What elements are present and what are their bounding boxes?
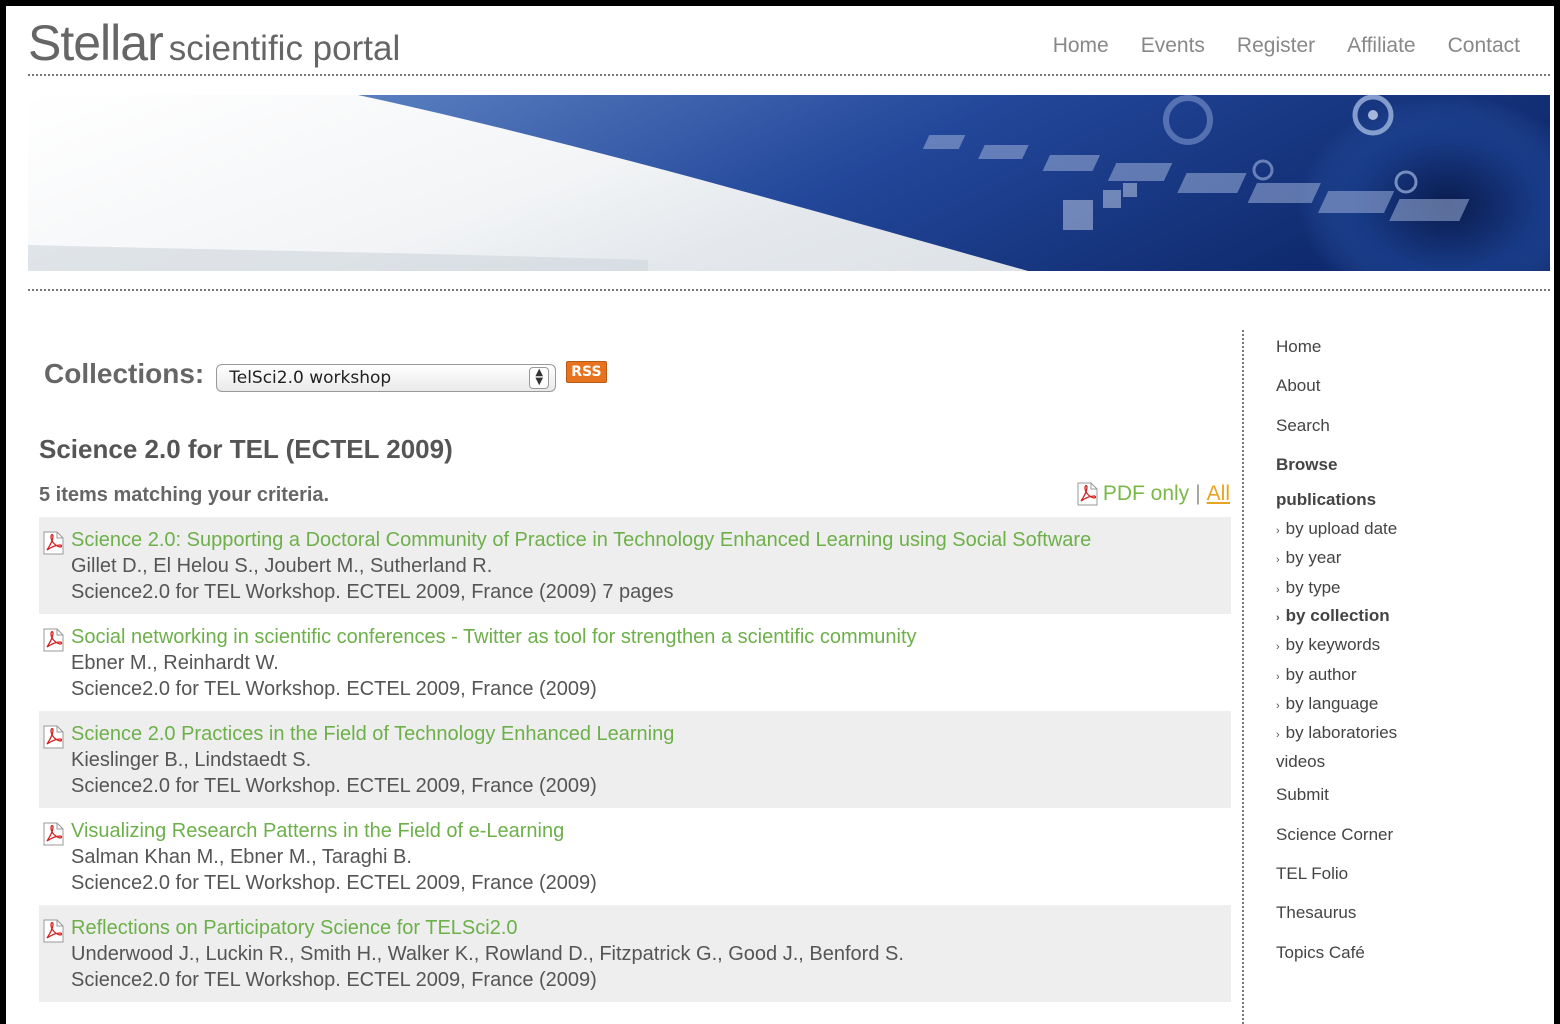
publication-authors: Kieslinger B., Lindstaedt S. [71, 749, 312, 771]
publication-title-link[interactable]: Social networking in scientific conferen… [71, 624, 917, 650]
publication-authors: Underwood J., Luckin R., Smith H., Walke… [71, 943, 904, 965]
top-nav: Home Events Register Affiliate Contact [1053, 34, 1520, 58]
list-item: Reflections on Participatory Science for… [39, 905, 1231, 1002]
sidebar-item-by-type[interactable]: › by type [1276, 578, 1340, 598]
sidebar-item-by-keywords[interactable]: › by keywords [1276, 635, 1380, 655]
publication-authors: Ebner M., Reinhardt W. [71, 652, 279, 674]
pdf-icon[interactable] [42, 919, 65, 943]
brand-name: Stellar [28, 15, 164, 71]
collections-label: Collections: [44, 358, 205, 389]
sidebar-divider [1242, 330, 1244, 1024]
publication-title-link[interactable]: Visualizing Research Patterns in the Fie… [71, 818, 597, 844]
top-nav-register[interactable]: Register [1237, 34, 1315, 58]
sidebar-item-science-corner[interactable]: Science Corner [1276, 825, 1393, 845]
sidebar-item-label: by laboratories [1285, 723, 1398, 742]
list-item: Visualizing Research Patterns in the Fie… [39, 808, 1231, 905]
sidebar-item-thesaurus[interactable]: Thesaurus [1276, 903, 1356, 923]
sidebar-item-label: by keywords [1285, 635, 1381, 654]
format-filter: PDF only | All [1076, 482, 1230, 506]
publication-title-link[interactable]: Science 2.0 Practices in the Field of Te… [71, 721, 674, 747]
window-frame-top [0, 0, 1560, 6]
sidebar-item-label: by year [1285, 548, 1342, 567]
sidebar-item-label: by type [1285, 578, 1341, 597]
list-item: Social networking in scientific conferen… [39, 614, 1231, 711]
collection-select-value: TelSci2.0 workshop [229, 368, 392, 388]
banner-divider [28, 289, 1550, 291]
publication-authors: Salman Khan M., Ebner M., Taraghi B. [71, 846, 412, 868]
publication-title-link[interactable]: Science 2.0: Supporting a Doctoral Commu… [71, 527, 1091, 553]
site-logo[interactable]: Stellar scientific portal [28, 14, 400, 72]
sidebar-item-by-upload-date[interactable]: › by upload date [1276, 519, 1397, 539]
collection-title: Science 2.0 for TEL (ECTEL 2009) [39, 434, 453, 464]
publication-title-link[interactable]: Reflections on Participatory Science for… [71, 915, 904, 941]
sidebar-item-label: by upload date [1285, 519, 1398, 538]
top-nav-events[interactable]: Events [1141, 34, 1205, 58]
pdf-icon[interactable] [42, 725, 65, 749]
sidebar-item-by-collection[interactable]: › by collection [1276, 606, 1390, 626]
sidebar-item-by-language[interactable]: › by language [1276, 694, 1378, 714]
pdf-icon [1077, 482, 1098, 506]
bullet-arrow-icon: › [1276, 584, 1280, 596]
sidebar-item-label: by author [1285, 665, 1357, 684]
sidebar-item-about[interactable]: About [1276, 376, 1320, 396]
pdf-icon[interactable] [42, 531, 65, 555]
publication-source: Science2.0 for TEL Workshop. ECTEL 2009,… [71, 969, 597, 991]
bullet-arrow-icon: › [1276, 525, 1280, 537]
sidebar-item-by-year[interactable]: › by year [1276, 548, 1341, 568]
sidebar-heading-browse: Browse [1276, 455, 1338, 474]
publication-source: Science2.0 for TEL Workshop. ECTEL 2009,… [71, 775, 597, 797]
sidebar-item-by-laboratories[interactable]: › by laboratories [1276, 723, 1397, 743]
bullet-arrow-icon: › [1276, 554, 1280, 566]
sidebar-item-search[interactable]: Search [1276, 416, 1330, 436]
window-frame-left [0, 0, 6, 1024]
filter-separator: | [1195, 482, 1201, 505]
bullet-arrow-icon: › [1276, 729, 1280, 741]
list-item: Science 2.0: Supporting a Doctoral Commu… [39, 517, 1231, 614]
header-divider [28, 74, 1550, 76]
collections-filter: Collections: TelSci2.0 workshop ▲ ▼ RSS [44, 356, 607, 392]
sidebar-item-topics-cafe[interactable]: Topics Café [1276, 943, 1365, 963]
collection-select[interactable]: TelSci2.0 workshop ▲ ▼ [216, 364, 557, 392]
select-arrows-icon: ▲ ▼ [529, 367, 550, 389]
sidebar-item-label: by collection [1285, 606, 1390, 625]
top-nav-affiliate[interactable]: Affiliate [1347, 34, 1416, 58]
rss-button[interactable]: RSS [566, 361, 607, 383]
window-frame-right [1554, 0, 1560, 1024]
sidebar-item-by-author[interactable]: › by author [1276, 665, 1357, 685]
sidebar-item-home[interactable]: Home [1276, 337, 1321, 357]
bullet-arrow-icon: › [1276, 641, 1280, 653]
publication-source: Science2.0 for TEL Workshop. ECTEL 2009,… [71, 872, 597, 894]
pdf-icon[interactable] [42, 628, 65, 652]
header-banner-image [28, 95, 1550, 271]
list-item: Science 2.0 Practices in the Field of Te… [39, 711, 1231, 808]
sidebar-item-videos[interactable]: videos [1276, 752, 1325, 772]
sidebar-item-label: by language [1285, 694, 1379, 713]
results-list: Science 2.0: Supporting a Doctoral Commu… [39, 517, 1231, 1002]
publication-source: Science2.0 for TEL Workshop. ECTEL 2009,… [71, 678, 597, 700]
pdf-icon[interactable] [42, 822, 65, 846]
sidebar-item-submit[interactable]: Submit [1276, 785, 1329, 805]
all-link[interactable]: All [1207, 482, 1230, 506]
pdf-only-link[interactable]: PDF only [1103, 482, 1189, 506]
bullet-arrow-icon: › [1276, 671, 1280, 683]
brand-tagline: scientific portal [168, 29, 401, 68]
sidebar-item-tel-folio[interactable]: TEL Folio [1276, 864, 1348, 884]
bullet-arrow-icon: › [1276, 700, 1280, 712]
bullet-arrow-icon: › [1276, 612, 1280, 624]
top-nav-home[interactable]: Home [1053, 34, 1109, 58]
result-count: 5 items matching your criteria. [39, 484, 330, 506]
publication-source: Science2.0 for TEL Workshop. ECTEL 2009,… [71, 581, 674, 603]
sidebar-item-publications[interactable]: publications [1276, 490, 1376, 510]
top-nav-contact[interactable]: Contact [1448, 34, 1520, 58]
publication-authors: Gillet D., El Helou S., Joubert M., Suth… [71, 555, 493, 577]
